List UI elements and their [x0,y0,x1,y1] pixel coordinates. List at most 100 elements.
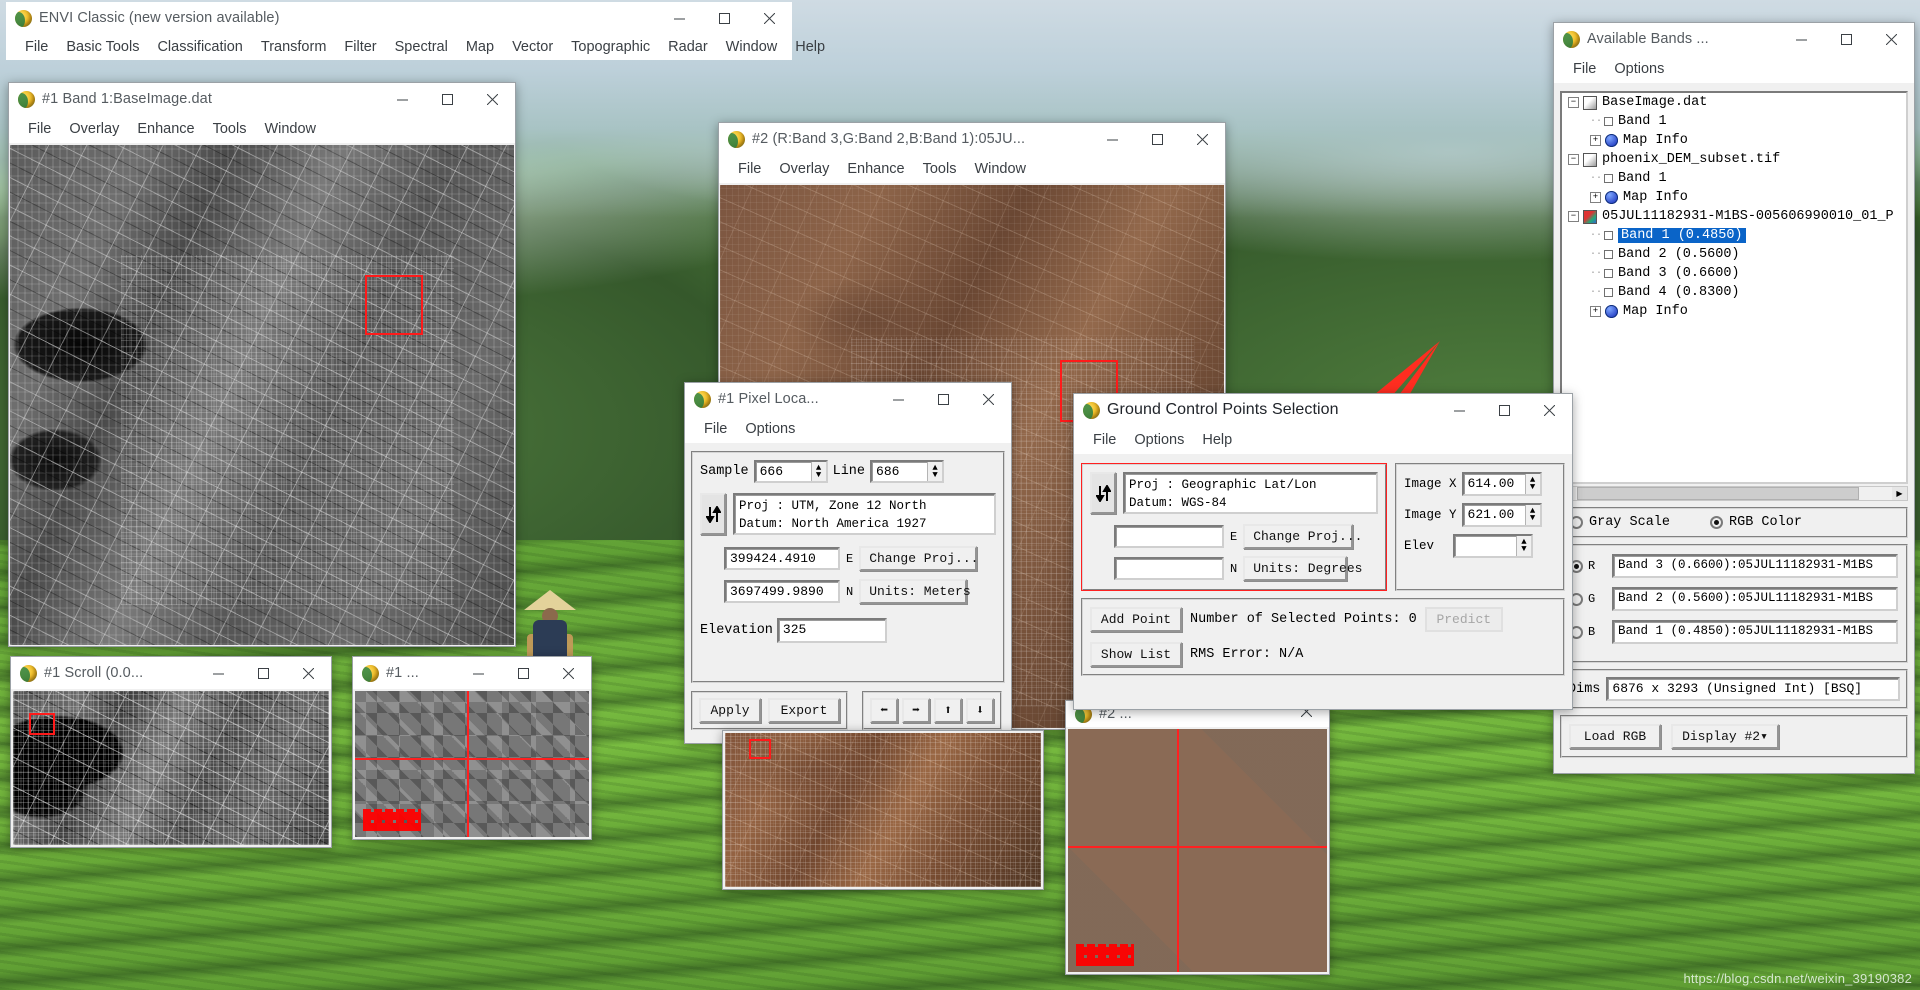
load-rgb-button[interactable]: Load RGB [1569,724,1661,749]
tree-node[interactable]: ·· Band 1 (0.4850) [1562,226,1906,245]
northing-input[interactable]: 3697499.9890 [724,580,840,603]
menu-item-map[interactable]: Map [457,37,503,57]
bands-tree-hscrollbar[interactable]: ◀ ▶ [1560,486,1908,501]
maximize-button[interactable] [1135,123,1180,155]
scroll-viewport-box[interactable] [749,739,771,759]
image-y-spin-buttons[interactable]: ▲ ▼ [1524,505,1540,525]
minimize-button[interactable] [380,83,425,115]
collapse-icon[interactable]: − [1568,154,1579,165]
menu-item-radar[interactable]: Radar [659,37,717,57]
tree-node[interactable]: + Map Info [1562,302,1906,321]
bands-menu-item-options[interactable]: Options [1605,59,1673,79]
arrow-right-icon[interactable]: ➡ [902,698,930,723]
bands-menu-item-file[interactable]: File [1564,59,1605,79]
elevation-input[interactable]: 325 [776,618,887,643]
export-button[interactable]: Export [768,698,840,723]
menu-item-file[interactable]: File [16,37,57,57]
expand-icon[interactable]: + [1590,135,1601,146]
rgb-color-radio[interactable]: RGB Color [1710,515,1802,530]
tree-node[interactable]: ·· Band 1 [1562,112,1906,131]
display2-menu-item-enhance[interactable]: Enhance [838,159,913,179]
maximize-button[interactable] [1482,394,1527,426]
maximize-button[interactable] [1824,23,1869,55]
up-down-arrows-icon[interactable] [1090,472,1116,514]
image-x-spin-buttons[interactable]: ▲ ▼ [1524,474,1540,494]
display1-image-canvas[interactable] [10,145,514,645]
arrow-down-icon[interactable]: ⬇ [966,698,994,723]
scroll2-image-canvas[interactable] [725,733,1041,887]
display1-menu-item-tools[interactable]: Tools [204,119,256,139]
units-button[interactable]: Units: Meters [859,579,971,604]
menu-item-filter[interactable]: Filter [335,37,385,57]
channel-radio-g[interactable]: G [1570,592,1604,606]
arrow-left-icon[interactable]: ⬅ [870,698,898,723]
display1-menu-item-enhance[interactable]: Enhance [128,119,203,139]
tree-node[interactable]: ·· Band 3 (0.6600) [1562,264,1906,283]
tree-node[interactable]: − phoenix_DEM_subset.tif [1562,150,1906,169]
gcp-north-input[interactable] [1114,557,1224,580]
expand-icon[interactable]: + [1590,306,1601,317]
gcp-menu-item-file[interactable]: File [1084,430,1125,450]
display1-menu-item-window[interactable]: Window [255,119,325,139]
menu-item-transform[interactable]: Transform [252,37,336,57]
band-checkbox[interactable] [1604,117,1613,126]
close-button[interactable] [966,383,1011,415]
sample-stepper[interactable]: 666 ▲ ▼ [753,460,828,483]
minimize-button[interactable] [1437,394,1482,426]
close-button[interactable] [470,83,515,115]
close-button[interactable] [286,657,331,689]
close-button[interactable] [1527,394,1572,426]
channel-radio-r[interactable]: R [1570,559,1604,573]
menu-item-basic-tools[interactable]: Basic Tools [57,37,148,57]
close-button[interactable] [747,2,792,34]
band-checkbox[interactable] [1604,231,1613,240]
menu-item-topographic[interactable]: Topographic [562,37,659,57]
sample-spin-buttons[interactable]: ▲ ▼ [810,462,826,481]
menu-item-help[interactable]: Help [786,37,834,57]
gcp-east-input[interactable] [1114,525,1224,548]
line-stepper[interactable]: 686 ▲ ▼ [870,460,945,483]
elev-spin-buttons[interactable]: ▲ ▼ [1516,536,1531,556]
bands-tree[interactable]: − BaseImage.dat ·· Band 1 + Map Info − phoenix_… [1560,91,1908,484]
close-button[interactable] [546,657,591,689]
scrollbar-thumb[interactable] [1577,487,1859,500]
scroll1-image-canvas[interactable] [13,691,329,845]
pixel-locator-menu-item-options[interactable]: Options [736,419,804,439]
tree-node[interactable]: ·· Band 2 (0.5600) [1562,245,1906,264]
display1-menu-item-overlay[interactable]: Overlay [60,119,128,139]
display2-menu-item-tools[interactable]: Tools [914,159,966,179]
display1-menu-item-file[interactable]: File [19,119,60,139]
maximize-button[interactable] [921,383,966,415]
minimize-button[interactable] [1090,123,1135,155]
band-checkbox[interactable] [1604,288,1613,297]
band-checkbox[interactable] [1604,250,1613,259]
display2-menu-item-overlay[interactable]: Overlay [770,159,838,179]
menu-item-window[interactable]: Window [717,37,787,57]
collapse-icon[interactable]: − [1568,97,1579,108]
expand-icon[interactable]: + [1590,192,1601,203]
minimize-button[interactable] [657,2,702,34]
display2-menu-item-file[interactable]: File [729,159,770,179]
minimize-button[interactable] [456,657,501,689]
apply-button[interactable]: Apply [699,698,761,723]
arrow-up-icon[interactable]: ⬆ [934,698,962,723]
close-button[interactable] [1180,123,1225,155]
menu-item-vector[interactable]: Vector [503,37,562,57]
maximize-button[interactable] [241,657,286,689]
band-checkbox[interactable] [1604,269,1613,278]
gray-scale-radio[interactable]: Gray Scale [1570,515,1670,530]
gcp-change-proj-button[interactable]: Change Proj... [1243,524,1362,549]
menu-item-spectral[interactable]: Spectral [386,37,457,57]
pixel-locator-menu-item-file[interactable]: File [695,419,736,439]
add-point-button[interactable]: Add Point [1090,607,1182,632]
show-list-button[interactable]: Show List [1090,642,1182,667]
display-select-button[interactable]: Display #2▾ [1671,724,1779,749]
close-button[interactable] [1869,23,1914,55]
gcp-menu-item-options[interactable]: Options [1125,430,1193,450]
image-x-stepper[interactable]: 614.00 ▲ ▼ [1461,472,1542,496]
tree-node[interactable]: ·· Band 1 [1562,169,1906,188]
tree-node[interactable]: + Map Info [1562,131,1906,150]
maximize-button[interactable] [425,83,470,115]
channel-radio-b[interactable]: B [1570,625,1604,639]
line-spin-buttons[interactable]: ▲ ▼ [927,462,943,481]
